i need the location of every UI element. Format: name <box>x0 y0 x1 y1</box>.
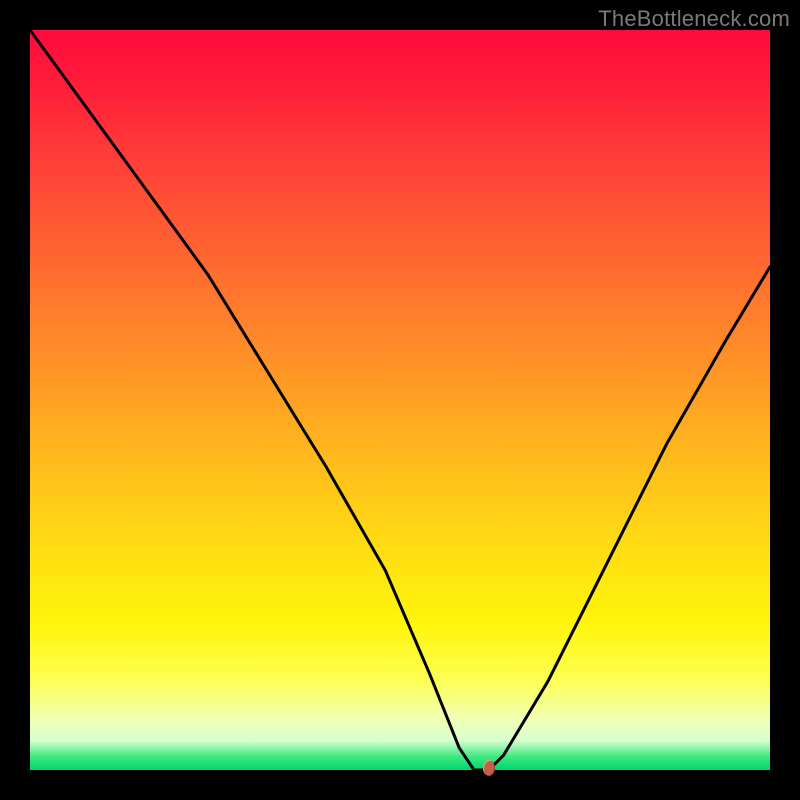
bottleneck-marker <box>483 760 495 776</box>
curve-path <box>30 30 770 770</box>
bottleneck-curve <box>30 30 770 770</box>
plot-area <box>30 30 770 770</box>
watermark-text: TheBottleneck.com <box>598 6 790 32</box>
